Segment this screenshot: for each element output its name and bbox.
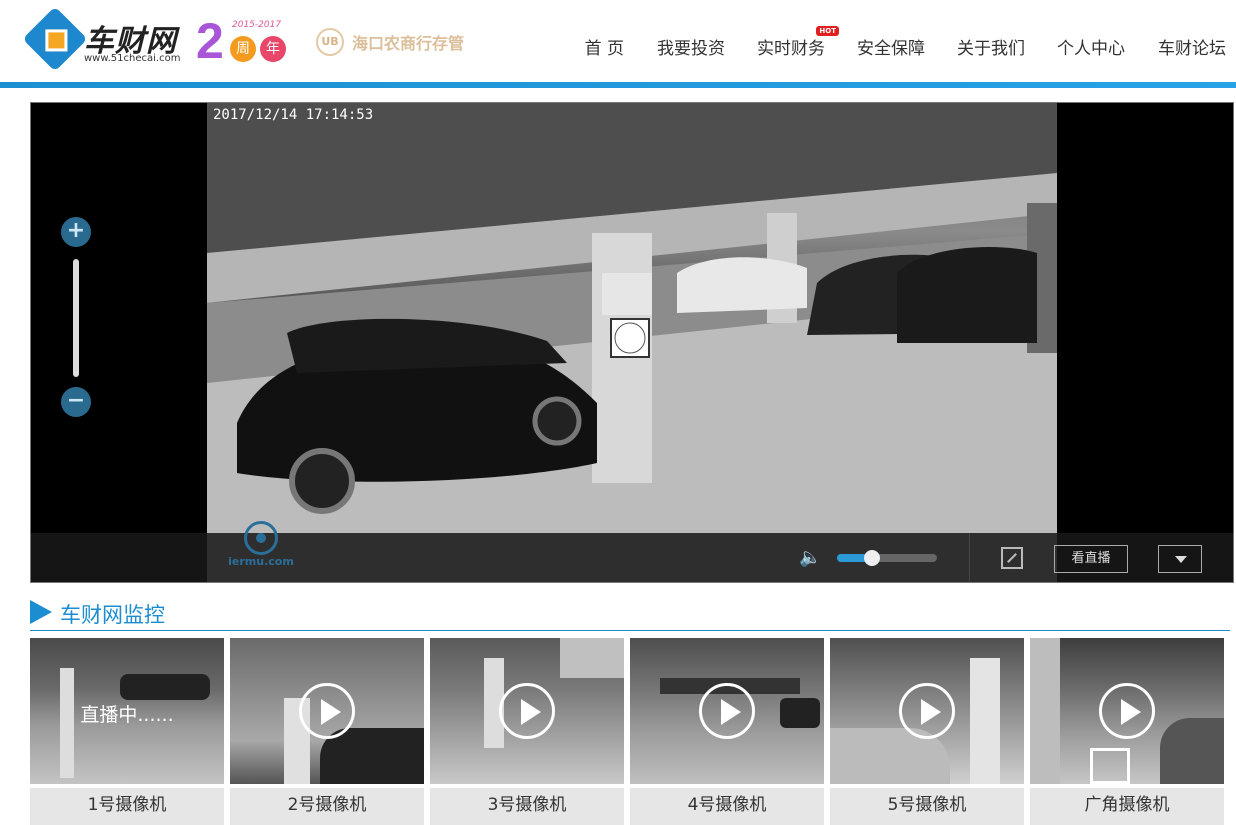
- play-icon[interactable]: [899, 683, 955, 739]
- anniversary-digit: 2: [196, 13, 224, 69]
- anniversary-years: 2015-2017: [232, 20, 282, 30]
- bank-custody-text: 海口农商行存管: [352, 34, 465, 53]
- camera-thumbnail[interactable]: [230, 638, 424, 784]
- hot-badge: HOT: [816, 26, 839, 36]
- camera-card-3[interactable]: 3号摄像机: [430, 638, 624, 825]
- nav-item-home[interactable]: 首 页: [585, 34, 624, 59]
- nav-item-realtime-finance[interactable]: 实时财务 HOT: [757, 26, 839, 59]
- nav-item-forum[interactable]: 车财论坛: [1158, 34, 1226, 59]
- camera-label: 广角摄像机: [1030, 788, 1224, 825]
- camera-card-6[interactable]: 广角摄像机: [1030, 638, 1224, 825]
- logo-diamond-icon: [22, 6, 88, 72]
- camera-card-4[interactable]: 4号摄像机: [630, 638, 824, 825]
- volume-icon[interactable]: 🔈: [799, 547, 825, 569]
- section-divider: [30, 630, 1230, 631]
- video-player: 2017/12/14 17:14:53 + − 🔈 看直播 iermu.com: [30, 102, 1234, 583]
- camera-thumbnail[interactable]: [630, 638, 824, 784]
- camera-card-5[interactable]: 5号摄像机: [830, 638, 1024, 825]
- nav-item-user-center[interactable]: 个人中心: [1057, 34, 1125, 59]
- section-flag-icon: [30, 600, 52, 624]
- iermu-watermark: iermu.com: [221, 521, 301, 577]
- camera-label: 2号摄像机: [230, 788, 424, 825]
- volume-knob[interactable]: [864, 550, 880, 566]
- anniversary-char-2: 年: [260, 36, 286, 62]
- play-icon[interactable]: [299, 683, 355, 739]
- camera-thumbnail[interactable]: [830, 638, 1024, 784]
- play-icon[interactable]: [499, 683, 555, 739]
- camera-list: 直播中...... 1号摄像机 2号摄像机 3号摄像机 4号摄像机 5号摄像机 …: [30, 638, 1230, 825]
- options-dropdown-button[interactable]: [1158, 545, 1202, 573]
- camera-label: 5号摄像机: [830, 788, 1024, 825]
- zoom-slider[interactable]: [73, 259, 79, 377]
- fullscreen-icon[interactable]: [1001, 547, 1023, 569]
- parking-garage-video: [207, 103, 1057, 533]
- camera-thumbnail[interactable]: [1030, 638, 1224, 784]
- video-frame[interactable]: [207, 103, 1057, 533]
- site-logo[interactable]: 车财网 www.51checai.com: [22, 6, 188, 72]
- live-status: 直播中......: [80, 704, 174, 726]
- camera-card-1[interactable]: 直播中...... 1号摄像机: [30, 638, 224, 825]
- camera-label: 3号摄像机: [430, 788, 624, 825]
- nav-item-security[interactable]: 安全保障: [857, 34, 925, 59]
- play-icon[interactable]: [1099, 683, 1155, 739]
- header-divider: [0, 82, 1236, 88]
- camera-thumbnail[interactable]: [430, 638, 624, 784]
- player-control-bar: 🔈 看直播: [31, 533, 1233, 582]
- volume-slider[interactable]: [837, 550, 937, 566]
- camera-thumbnail[interactable]: 直播中......: [30, 638, 224, 784]
- watch-live-button[interactable]: 看直播: [1054, 545, 1128, 573]
- camera-label: 4号摄像机: [630, 788, 824, 825]
- play-icon[interactable]: [699, 683, 755, 739]
- camera-label: 1号摄像机: [30, 788, 224, 825]
- logo-url: www.51checai.com: [84, 53, 181, 64]
- section-title: 车财网监控: [60, 603, 165, 627]
- anniversary-char-1: 周: [230, 36, 256, 62]
- anniversary-badge: 2 2015-2017 周 年: [196, 13, 296, 69]
- bank-logo-icon: UB: [316, 28, 344, 56]
- site-header: 车财网 www.51checai.com 2 2015-2017 周 年 UB …: [0, 0, 1236, 88]
- zoom-in-button[interactable]: +: [61, 217, 91, 247]
- nav-item-about[interactable]: 关于我们: [957, 34, 1025, 59]
- nav-item-invest[interactable]: 我要投资: [657, 34, 725, 59]
- video-timestamp: 2017/12/14 17:14:53: [213, 107, 374, 123]
- iermu-logo-icon: [244, 521, 278, 555]
- camera-card-2[interactable]: 2号摄像机: [230, 638, 424, 825]
- zoom-out-button[interactable]: −: [61, 387, 91, 417]
